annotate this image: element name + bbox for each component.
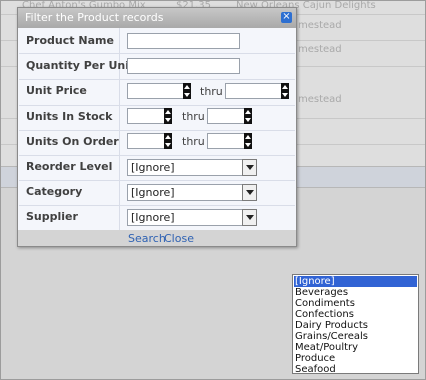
chevron-down-icon[interactable] <box>242 209 257 226</box>
list-option[interactable]: Produce <box>294 353 417 364</box>
units-on-order-label: Units On Order <box>26 135 119 148</box>
category-dropdown-list: [Ignore] Beverages Condiments Confection… <box>292 274 419 375</box>
units-in-stock-thru-label: thru <box>182 110 205 123</box>
units-in-stock-from-spinner[interactable] <box>164 108 172 124</box>
chevron-down-icon[interactable] <box>242 184 257 201</box>
units-on-order-to-spinner[interactable] <box>244 133 252 149</box>
unit-price-thru-label: thru <box>200 85 223 98</box>
close-icon[interactable]: × <box>281 12 292 23</box>
row-divider <box>19 180 295 181</box>
unit-price-label: Unit Price <box>26 84 87 97</box>
unit-price-to-spinner[interactable] <box>281 83 289 99</box>
reorder-level-select[interactable]: [Ignore] <box>127 159 253 176</box>
units-on-order-thru-label: thru <box>182 135 205 148</box>
bg-supplier: mestead <box>298 44 342 55</box>
supplier-select[interactable]: [Ignore] <box>127 209 253 226</box>
unit-price-from-input[interactable] <box>127 83 184 99</box>
close-link[interactable]: Close <box>164 232 194 245</box>
units-on-order-to-input[interactable] <box>207 133 245 149</box>
chevron-down-icon[interactable] <box>242 159 257 176</box>
list-option[interactable]: Condiments <box>294 298 417 309</box>
list-option[interactable]: [Ignore] <box>294 276 417 287</box>
units-in-stock-to-spinner[interactable] <box>244 108 252 124</box>
list-option[interactable]: Grains/Cereals <box>294 331 417 342</box>
dialog-title: Filter the Product records <box>18 8 296 28</box>
row-divider <box>19 105 295 106</box>
list-option[interactable]: Beverages <box>294 287 417 298</box>
list-option[interactable]: Meat/Poultry <box>294 342 417 353</box>
list-option[interactable]: Dairy Products <box>294 320 417 331</box>
unit-price-to-input[interactable] <box>225 83 282 99</box>
search-link[interactable]: Search <box>128 232 166 245</box>
row-divider <box>19 130 295 131</box>
supplier-label: Supplier <box>26 210 78 223</box>
units-on-order-from-spinner[interactable] <box>164 133 172 149</box>
row-divider <box>19 155 295 156</box>
bg-supplier: mestead <box>298 20 342 31</box>
reorder-level-label: Reorder Level <box>26 160 113 173</box>
quantity-per-unit-input[interactable] <box>127 58 240 74</box>
product-name-input[interactable] <box>127 33 240 49</box>
row-divider <box>19 205 295 206</box>
units-on-order-from-input[interactable] <box>127 133 165 149</box>
units-in-stock-from-input[interactable] <box>127 108 165 124</box>
product-name-label: Product Name <box>26 34 114 47</box>
list-option[interactable]: Seafood <box>294 364 417 375</box>
unit-price-from-spinner[interactable] <box>183 83 191 99</box>
category-select[interactable]: [Ignore] <box>127 184 253 201</box>
row-divider <box>19 53 295 54</box>
category-label: Category <box>26 185 83 198</box>
bg-supplier: mestead <box>298 94 342 105</box>
units-in-stock-to-input[interactable] <box>207 108 245 124</box>
list-option[interactable]: Confections <box>294 309 417 320</box>
filter-dialog: Filter the Product records × Product Nam… <box>17 7 297 247</box>
row-divider <box>19 79 295 80</box>
units-in-stock-label: Units In Stock <box>26 110 113 123</box>
quantity-per-unit-label: Quantity Per Unit <box>26 59 135 72</box>
